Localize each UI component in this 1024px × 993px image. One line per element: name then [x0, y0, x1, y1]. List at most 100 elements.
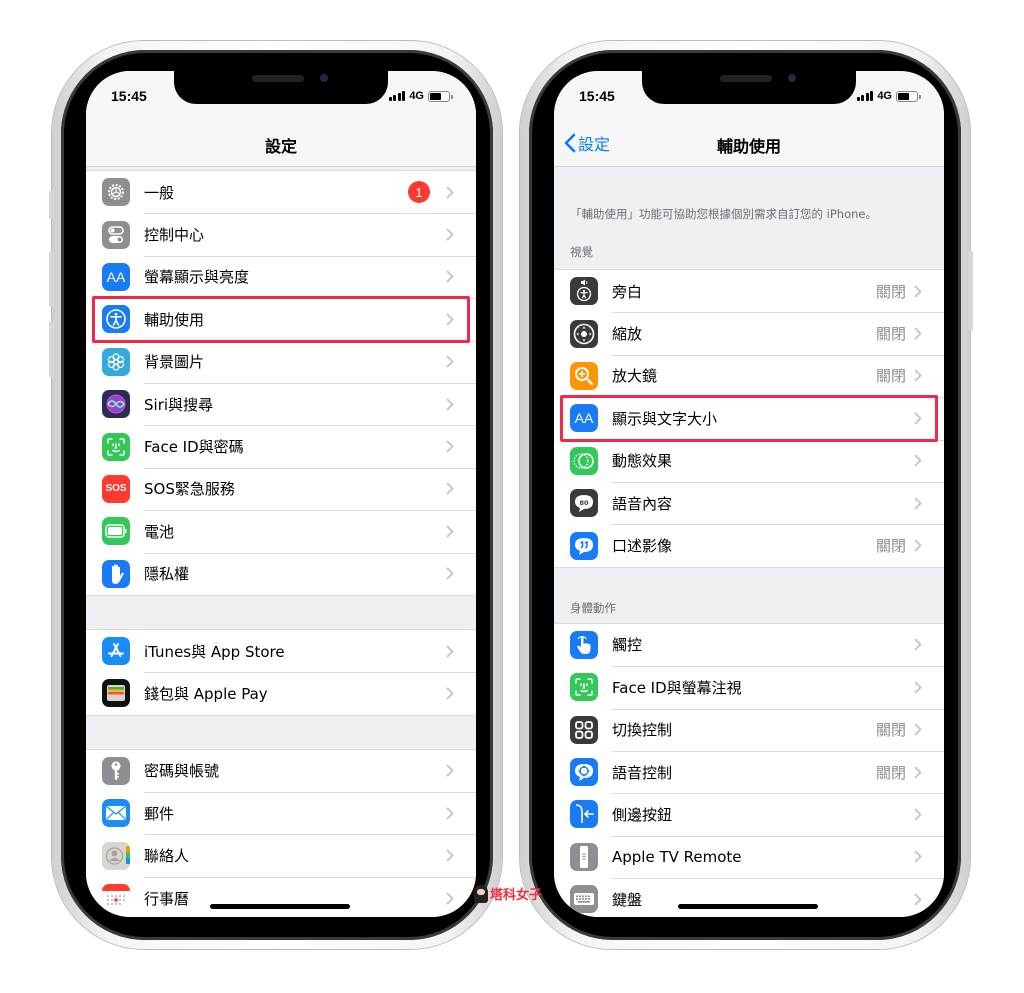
- settings-list: 一般 1 控制中心 AA 螢幕顯示與亮度 輔助使用 背景圖片 Siri與搜尋 Face ID與密…: [86, 168, 476, 917]
- text-size-icon: AA: [570, 404, 598, 433]
- chevron-right-icon: [446, 270, 456, 283]
- chevron-right-icon: [914, 497, 924, 510]
- item-label: 語音控制: [612, 763, 673, 782]
- accessibility-list: 「輔助使用」功能可協助您根據個別需求自訂您的 iPhone。 視覺 旁白 關閉 縮放關…: [554, 168, 944, 917]
- zoom-icon: [570, 319, 598, 348]
- list-item[interactable]: 聯絡人: [86, 834, 476, 876]
- settings-group: 觸控 Face ID與螢幕注視 切換控制 關閉 語音控制 關閉 側邊按鈕 Apple TV R…: [554, 622, 944, 917]
- list-item[interactable]: AA 螢幕顯示與亮度: [86, 255, 476, 298]
- item-label: Face ID與螢幕注視: [612, 678, 742, 697]
- notification-badge: 1: [408, 181, 430, 204]
- list-item[interactable]: 縮放 關閉: [554, 312, 944, 354]
- description: 「輔助使用」功能可協助您根據個別需求自訂您的 iPhone。: [570, 207, 877, 221]
- list-item[interactable]: iTunes與 App Store: [86, 630, 476, 672]
- watermark-text: 塔科女子: [490, 888, 543, 903]
- gear-icon: [102, 178, 130, 207]
- app-store-icon: [102, 637, 130, 666]
- chevron-right-icon: [914, 412, 924, 425]
- voiceover-icon: [570, 277, 598, 306]
- status-time: 15:45: [111, 88, 147, 104]
- list-item[interactable]: 電池: [86, 510, 476, 552]
- list-item[interactable]: Apple TV Remote: [554, 835, 944, 878]
- list-item[interactable]: Face ID與密碼: [86, 425, 476, 467]
- accessibility-screen: 15:45 4G 設定 輔助使用 「輔助使用」功能可協助您根據個別需求自訂您的 …: [554, 71, 944, 917]
- chevron-right-icon: [446, 313, 456, 326]
- chevron-right-icon: [914, 539, 924, 552]
- notch: [642, 71, 856, 104]
- item-label: 縮放: [612, 325, 643, 344]
- page-title: 設定: [264, 137, 297, 156]
- list-item[interactable]: 口述影像 關閉: [554, 524, 944, 566]
- item-label: 旁白: [612, 282, 643, 301]
- item-label: 聯絡人: [144, 847, 190, 866]
- item-label: 一般: [144, 183, 175, 202]
- item-label: 顯示與文字大小: [612, 409, 718, 428]
- network-type: 4G: [877, 90, 892, 102]
- chevron-right-icon: [914, 454, 924, 467]
- list-item[interactable]: 放大鏡 關閉: [554, 354, 944, 397]
- list-item[interactable]: 控制中心: [86, 213, 476, 255]
- item-value: 關閉: [875, 325, 906, 344]
- hand-icon: [102, 559, 130, 588]
- list-item[interactable]: 錢包與 Apple Pay: [86, 672, 476, 714]
- chevron-right-icon: [914, 893, 924, 906]
- list-item[interactable]: 背景圖片: [86, 340, 476, 383]
- list-item[interactable]: 側邊按鈕: [554, 793, 944, 835]
- mascot-icon: [474, 884, 488, 903]
- icon-glyph: AA: [106, 268, 126, 285]
- item-label: 郵件: [144, 804, 175, 823]
- page-title: 輔助使用: [716, 137, 781, 156]
- list-item[interactable]: 輔助使用: [86, 298, 476, 340]
- chevron-right-icon: [446, 440, 456, 453]
- item-label: Face ID與密碼: [144, 438, 244, 457]
- chevron-right-icon: [446, 849, 456, 862]
- item-value: 關閉: [875, 721, 906, 740]
- list-item[interactable]: 行事曆: [86, 876, 476, 917]
- chevron-right-icon: [446, 482, 456, 495]
- list-item[interactable]: 一般 1: [86, 171, 476, 213]
- chevron-right-icon: [914, 808, 924, 821]
- battery-icon: [102, 517, 130, 546]
- list-item[interactable]: 鍵盤: [554, 878, 944, 917]
- home-indicator[interactable]: [210, 904, 350, 909]
- list-item[interactable]: Face ID與螢幕注視: [554, 666, 944, 708]
- faceid-icon: [570, 673, 598, 702]
- chevron-right-icon: [446, 567, 456, 580]
- chevron-right-icon: [914, 850, 924, 863]
- list-item[interactable]: 語音控制 關閉: [554, 750, 944, 793]
- home-indicator[interactable]: [678, 904, 818, 909]
- list-item[interactable]: 隱私權: [86, 552, 476, 595]
- keyboard-icon: [570, 885, 598, 914]
- item-label: 觸控: [612, 636, 643, 655]
- list-item[interactable]: Siri與搜尋: [86, 382, 476, 425]
- item-label: Siri與搜尋: [144, 395, 214, 414]
- chevron-right-icon: [914, 766, 924, 779]
- mail-icon: [102, 799, 130, 828]
- list-item[interactable]: 觸控: [554, 624, 944, 666]
- list-item[interactable]: SOS SOS緊急服務: [86, 467, 476, 510]
- settings-group: 旁白 關閉縮放 關閉放大鏡 關閉 AA 顯示與文字大小動態效果 80 語音內容 口述影像 關閉: [554, 269, 944, 568]
- list-item[interactable]: AA 顯示與文字大小: [554, 397, 944, 439]
- battery-icon: [896, 90, 921, 102]
- chevron-right-icon: [446, 525, 456, 538]
- spoken-content-icon: 80: [570, 489, 598, 518]
- siri-icon: [102, 390, 130, 419]
- notch: [174, 71, 388, 104]
- list-item[interactable]: 動態效果: [554, 439, 944, 482]
- item-label: 密碼與帳號: [144, 762, 220, 781]
- list-item[interactable]: 旁白 關閉: [554, 270, 944, 312]
- list-item[interactable]: 切換控制 關閉: [554, 708, 944, 751]
- chevron-right-icon: [446, 228, 456, 241]
- chevron-right-icon: [446, 764, 456, 777]
- list-item[interactable]: 郵件: [86, 792, 476, 834]
- list-item[interactable]: 密碼與帳號: [86, 750, 476, 792]
- settings-group: 一般 1 控制中心 AA 螢幕顯示與亮度 輔助使用 背景圖片 Siri與搜尋 Face ID與密…: [86, 170, 476, 596]
- status-time: 15:45: [579, 88, 615, 104]
- item-label: 錢包與 Apple Pay: [144, 684, 268, 703]
- chevron-right-icon: [446, 398, 456, 411]
- list-item[interactable]: 80 語音內容: [554, 481, 944, 524]
- chevron-right-icon: [446, 807, 456, 820]
- chevron-right-icon: [914, 285, 924, 298]
